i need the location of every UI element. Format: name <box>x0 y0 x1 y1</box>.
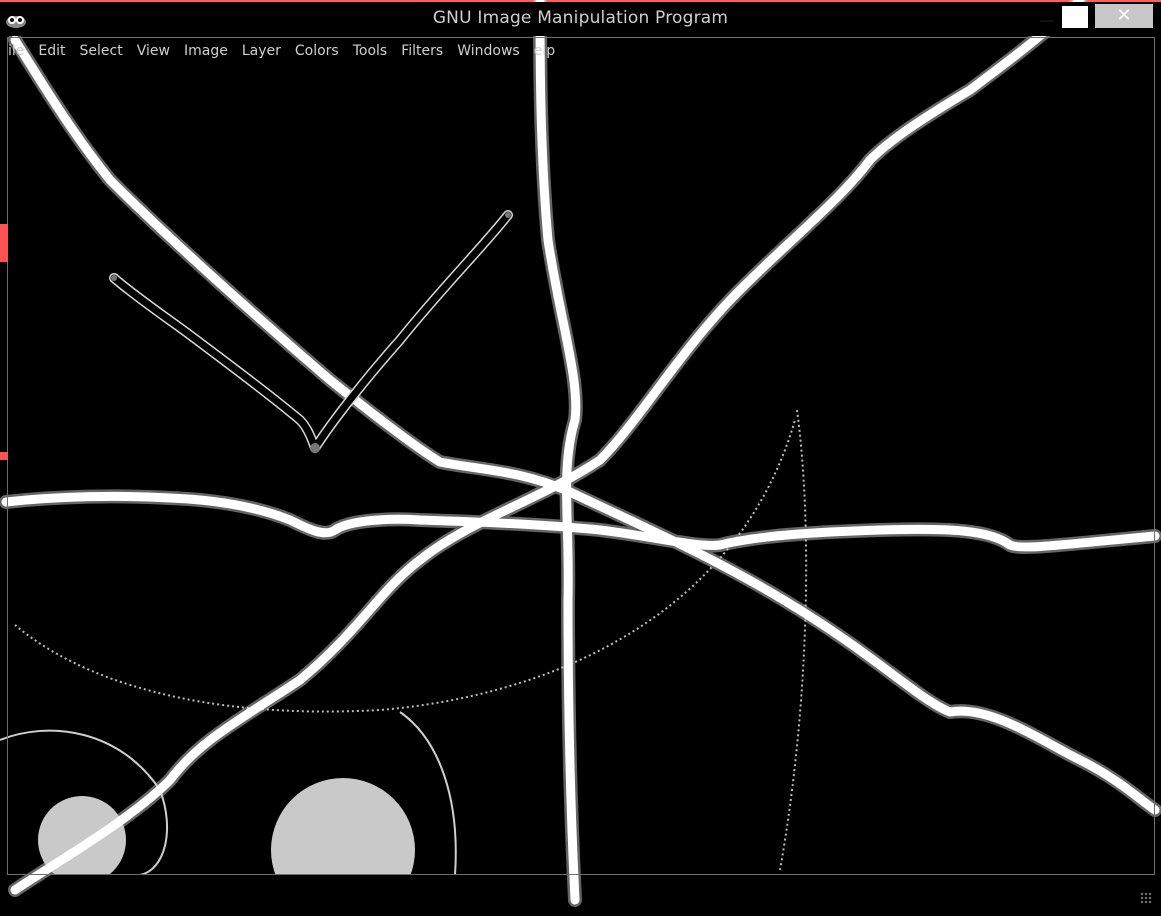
menu-filters[interactable]: Filters <box>401 40 443 64</box>
menu-help[interactable]: elp <box>534 40 555 64</box>
minimize-button[interactable] <box>1036 6 1062 28</box>
gimp-window: GNU Image Manipulation Program ✕ ile Edi… <box>0 0 1161 916</box>
menu-colors[interactable]: Colors <box>295 40 339 64</box>
maximize-button[interactable] <box>1062 6 1088 28</box>
checkmark-end-point <box>505 212 511 218</box>
menu-windows[interactable]: Windows <box>457 40 520 64</box>
close-button[interactable]: ✕ <box>1095 4 1153 28</box>
menu-select[interactable]: Select <box>80 40 123 64</box>
checkmark-vertex-point <box>310 443 320 453</box>
stroke-diagonal-down <box>10 35 1160 815</box>
menu-edit[interactable]: Edit <box>38 40 65 64</box>
checkmark-start-point <box>111 275 117 281</box>
image-canvas[interactable] <box>0 0 1161 916</box>
window-title: GNU Image Manipulation Program <box>432 8 729 28</box>
menu-view[interactable]: View <box>137 40 170 64</box>
close-icon: ✕ <box>1116 5 1132 26</box>
canvas-bottom-mask <box>8 874 1158 914</box>
title-bar[interactable]: GNU Image Manipulation Program ✕ <box>0 2 1161 36</box>
left-edge-marker-small <box>0 452 8 460</box>
menu-image[interactable]: Image <box>184 40 228 64</box>
canvas-drawing <box>0 0 1161 916</box>
menu-layer[interactable]: Layer <box>242 40 281 64</box>
menu-file[interactable]: ile <box>8 40 24 64</box>
resize-grip-icon[interactable] <box>1140 892 1152 904</box>
freehand-strokes <box>0 0 1161 907</box>
stroke-vertical <box>535 0 581 905</box>
left-edge-strip <box>0 60 7 876</box>
left-edge-marker <box>0 224 8 262</box>
menu-tools[interactable]: Tools <box>353 40 388 64</box>
wilber-side-outline <box>779 409 808 871</box>
menu-bar: ile Edit Select View Image Layer Colors … <box>8 40 569 64</box>
